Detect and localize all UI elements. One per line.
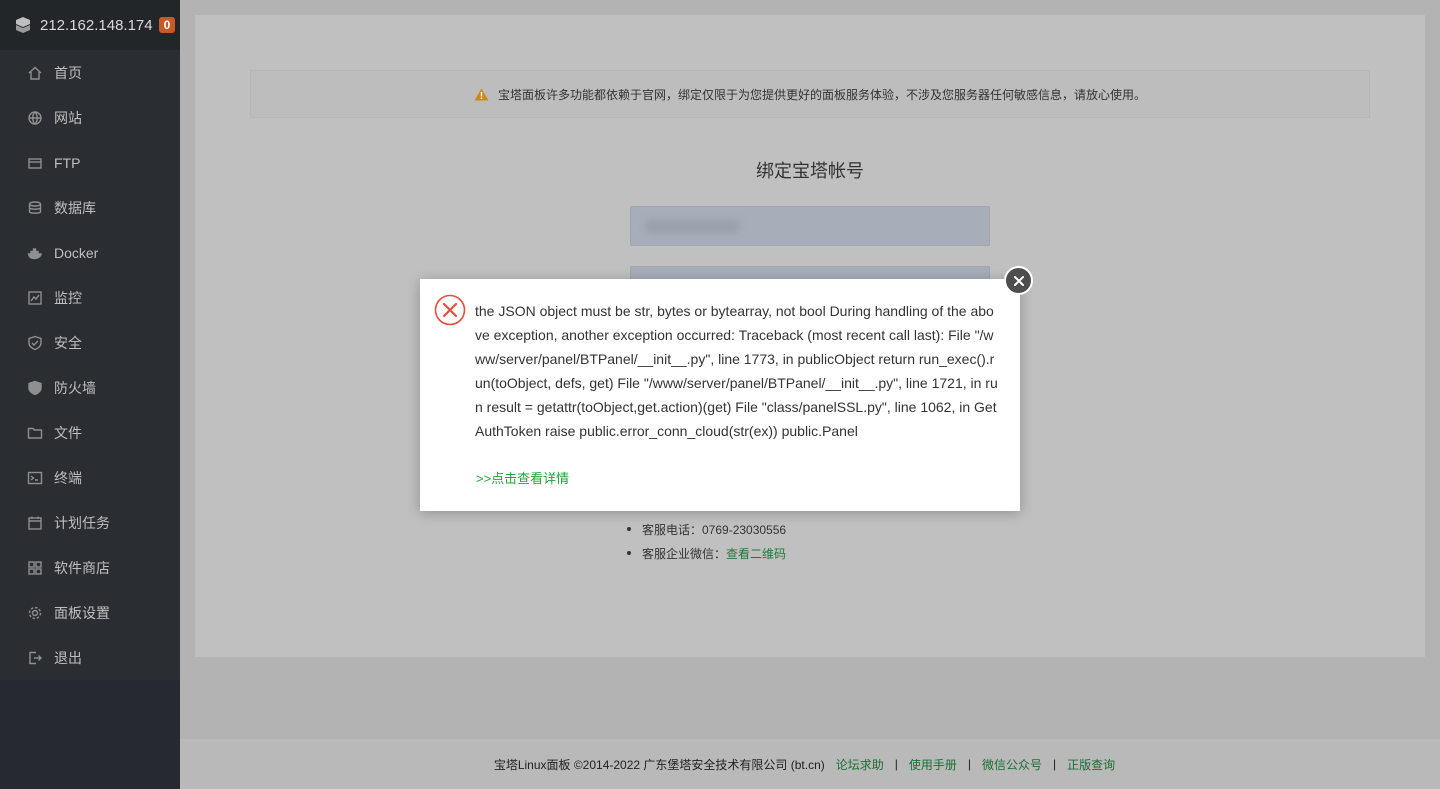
copyright: 宝塔Linux面板 ©2014-2022 广东堡塔安全技术有限公司 (bt.cn…: [493, 757, 825, 772]
sidebar-item-security[interactable]: 安全: [0, 320, 180, 365]
error-icon: [434, 294, 466, 326]
manual-link[interactable]: 使用手册: [909, 756, 957, 773]
sidebar-item-label: 监控: [54, 289, 82, 306]
sidebar-item-label: 面板设置: [54, 604, 110, 621]
footer: 宝塔Linux面板 ©2014-2022 广东堡塔安全技术有限公司 (bt.cn…: [180, 739, 1440, 789]
error-message: the JSON object must be str, bytes or by…: [475, 303, 998, 439]
contact-wechat: 客服企业微信： 查看二维码: [627, 541, 786, 565]
license-query-link[interactable]: 正版查询: [1067, 756, 1115, 773]
sidebar-item-label: Docker: [54, 244, 99, 261]
contact-list: 客服电话：0769-23030556 客服企业微信： 查看二维码: [627, 517, 786, 565]
sidebar-item-label: 文件: [54, 424, 82, 441]
sidebar-item-monitor[interactable]: 监控: [0, 275, 180, 320]
docker-icon: [27, 245, 43, 261]
sidebar-item-ftp[interactable]: FTP: [0, 140, 180, 185]
sidebar-item-label: 安全: [54, 334, 82, 351]
shield-check-icon: [27, 335, 43, 351]
blurred-value: [645, 219, 740, 233]
sidebar-item-label: 防火墙: [54, 379, 96, 396]
gear-icon: [27, 605, 43, 621]
sidebar-item-label: 退出: [54, 649, 82, 666]
sidebar-item-firewall[interactable]: 防火墙: [0, 365, 180, 410]
home-icon: [27, 65, 43, 81]
error-dialog: the JSON object must be str, bytes or by…: [420, 279, 1020, 511]
sidebar-item-terminal[interactable]: 终端: [0, 455, 180, 500]
contact-phone: 客服电话：0769-23030556: [627, 517, 786, 541]
notice-bar: 宝塔面板许多功能都依赖于官网，绑定仅限于为您提供更好的面板服务体验，不涉及您服务…: [250, 70, 1370, 118]
sidebar-item-home[interactable]: 首页: [0, 50, 180, 95]
sidebar-item-files[interactable]: 文件: [0, 410, 180, 455]
notice-text: 宝塔面板许多功能都依赖于官网，绑定仅限于为您提供更好的面板服务体验，不涉及您服务…: [497, 87, 1146, 102]
warning-icon: [474, 88, 489, 101]
globe-icon: [27, 110, 43, 126]
server-ip: 212.162.148.174: [40, 16, 153, 34]
sidebar-item-label: 数据库: [54, 199, 96, 216]
sidebar-item-label: 网站: [54, 109, 82, 126]
sidebar-item-cron[interactable]: 计划任务: [0, 500, 180, 545]
sidebar-item-store[interactable]: 软件商店: [0, 545, 180, 590]
wechat-official-link[interactable]: 微信公众号: [982, 756, 1042, 773]
view-details-link[interactable]: >>点击查看详情: [476, 468, 569, 487]
sidebar-item-label: 计划任务: [54, 514, 110, 531]
sidebar: 212.162.148.174 0 首页 网站 FTP 数据库 Docker 监…: [0, 0, 180, 789]
sidebar-menu: 首页 网站 FTP 数据库 Docker 监控 安全 防火墙 文件 终端 计划任…: [0, 50, 180, 680]
monitor-icon: [27, 290, 43, 306]
ftp-icon: [27, 155, 43, 171]
terminal-icon: [27, 470, 43, 486]
dialog-close-button[interactable]: [1004, 266, 1033, 295]
database-icon: [27, 200, 43, 216]
sidebar-item-label: 首页: [54, 64, 82, 81]
forum-link[interactable]: 论坛求助: [836, 756, 884, 773]
sidebar-item-label: 终端: [54, 469, 82, 486]
server-logo-icon: [14, 16, 32, 34]
calendar-icon: [27, 515, 43, 531]
sidebar-item-website[interactable]: 网站: [0, 95, 180, 140]
server-header: 212.162.148.174 0: [0, 0, 180, 50]
close-icon: [1013, 275, 1024, 286]
sidebar-item-label: 软件商店: [54, 559, 110, 576]
sidebar-item-logout[interactable]: 退出: [0, 635, 180, 680]
page-title: 绑定宝塔帐号: [756, 161, 864, 181]
view-qrcode-link[interactable]: 查看二维码: [726, 545, 786, 562]
separator: |: [1053, 757, 1057, 771]
separator: |: [967, 757, 972, 771]
contact-phone-text: 客服电话：0769-23030556: [642, 522, 787, 537]
sidebar-item-database[interactable]: 数据库: [0, 185, 180, 230]
folder-icon: [27, 425, 43, 441]
logout-icon: [27, 650, 43, 666]
notification-badge[interactable]: 0: [158, 17, 176, 33]
username-input[interactable]: [630, 206, 990, 246]
sidebar-item-docker[interactable]: Docker: [0, 230, 180, 275]
contact-wechat-label: 客服企业微信：: [642, 546, 727, 561]
sidebar-item-settings[interactable]: 面板设置: [0, 590, 180, 635]
firewall-shield-icon: [27, 380, 43, 396]
sidebar-item-label: FTP: [54, 154, 81, 171]
grid-icon: [27, 560, 43, 576]
separator: |: [894, 757, 898, 771]
